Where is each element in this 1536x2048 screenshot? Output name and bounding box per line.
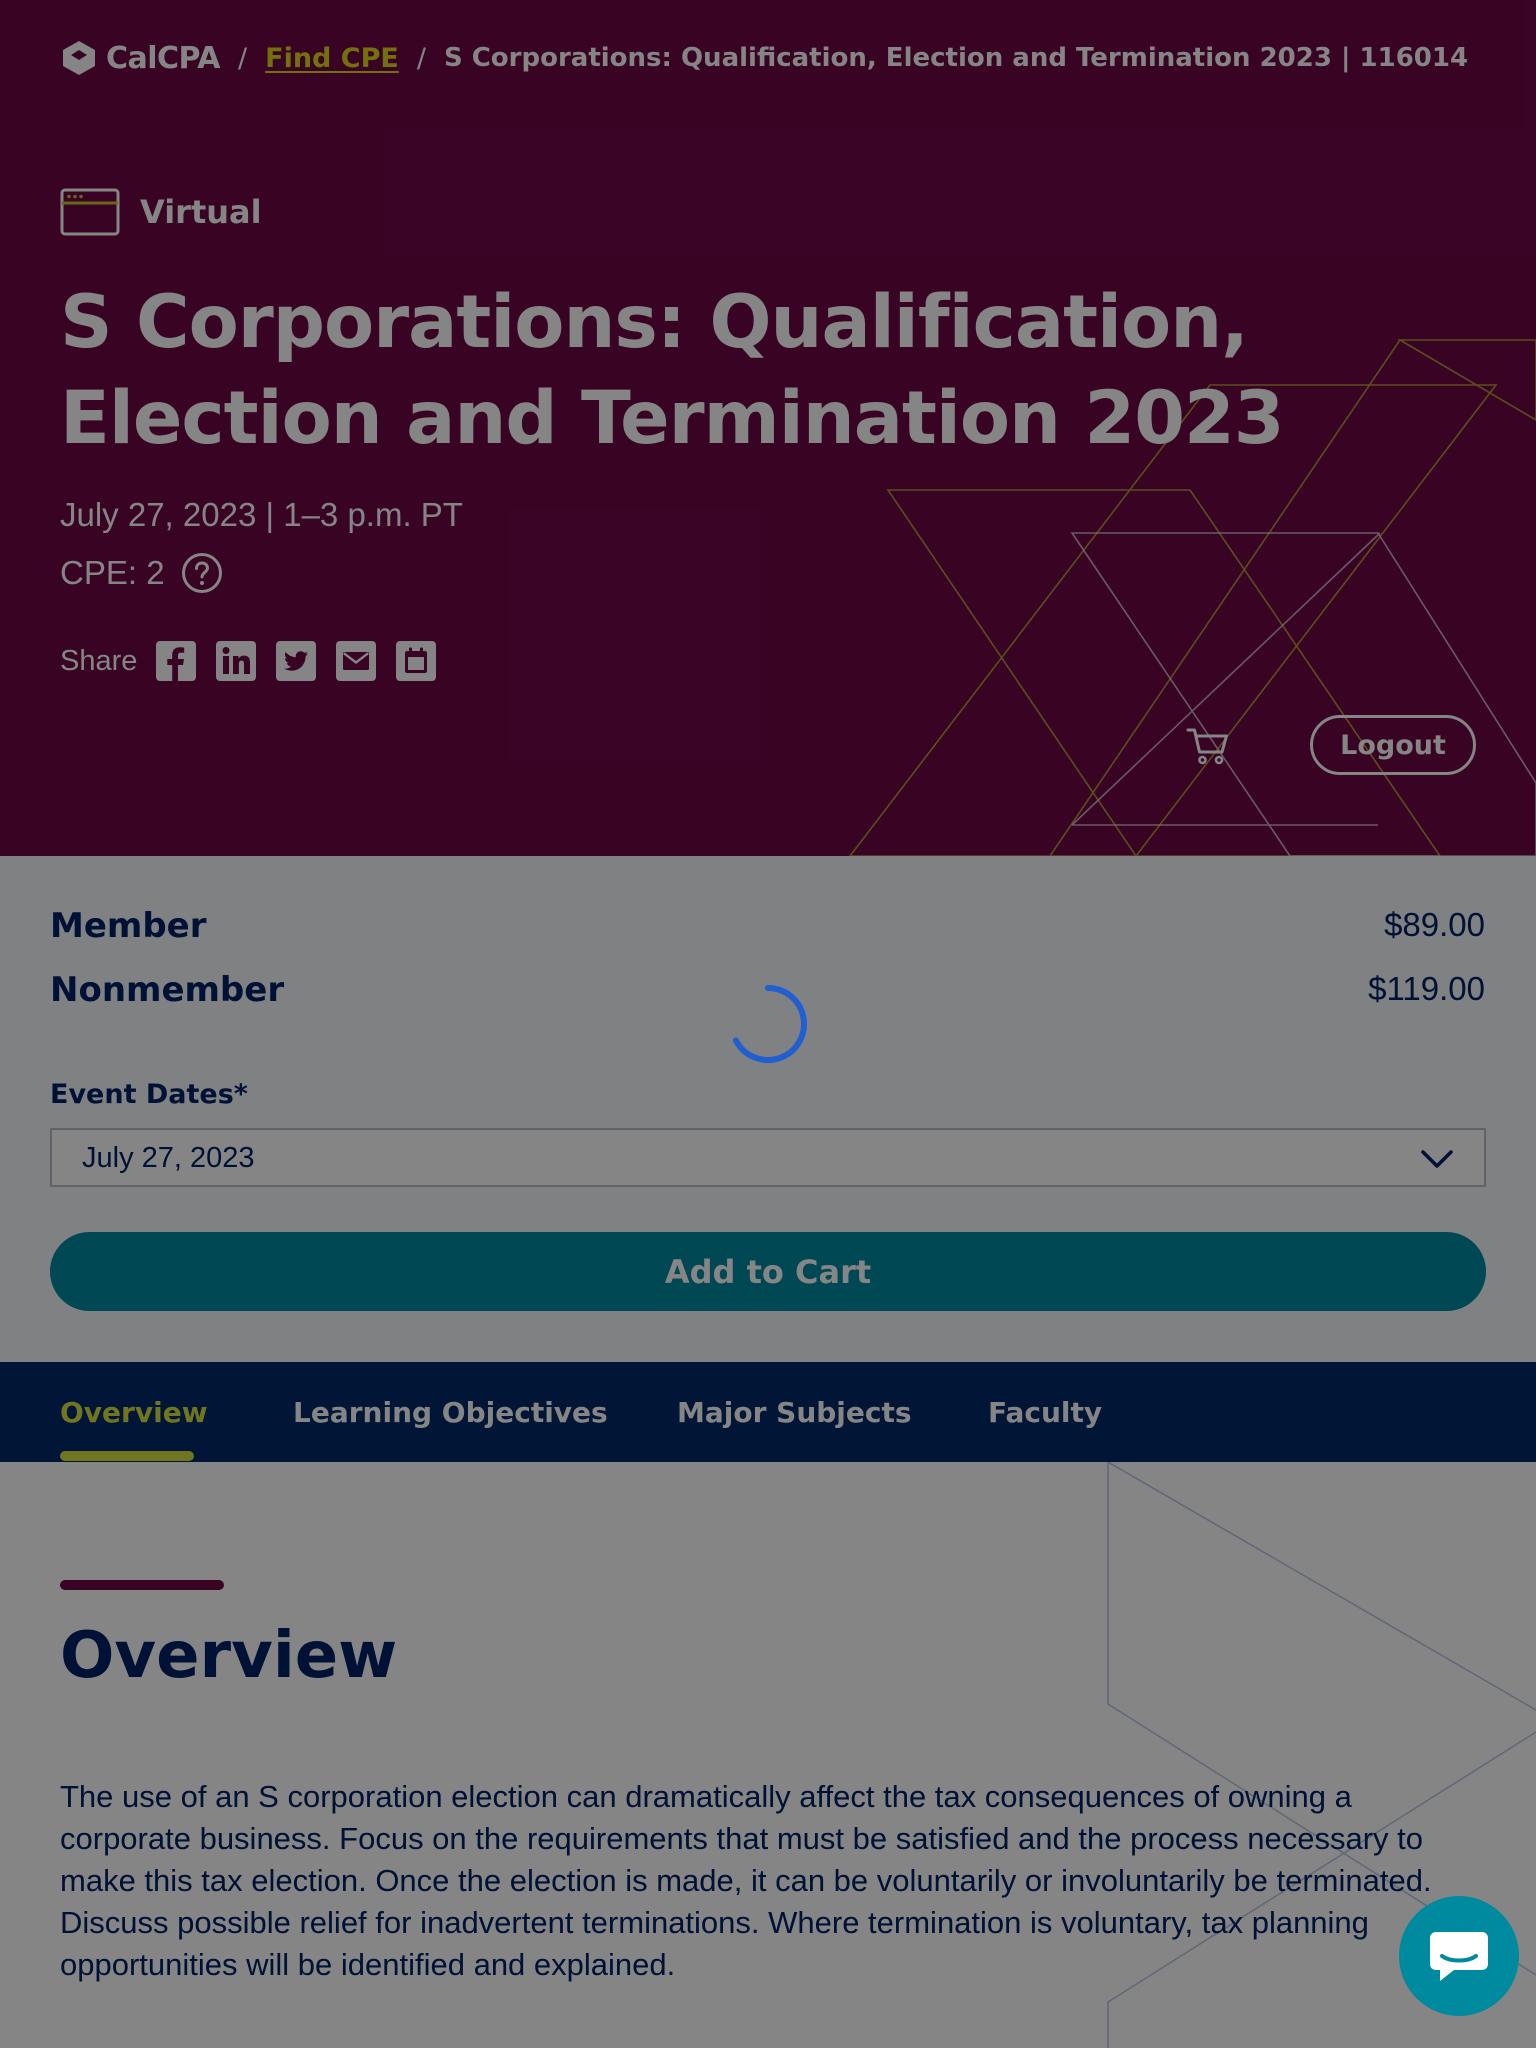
chat-button[interactable] [1399, 1896, 1519, 2016]
loading-spinner-icon [732, 985, 807, 1063]
chat-bubble-icon [1430, 1932, 1488, 1981]
